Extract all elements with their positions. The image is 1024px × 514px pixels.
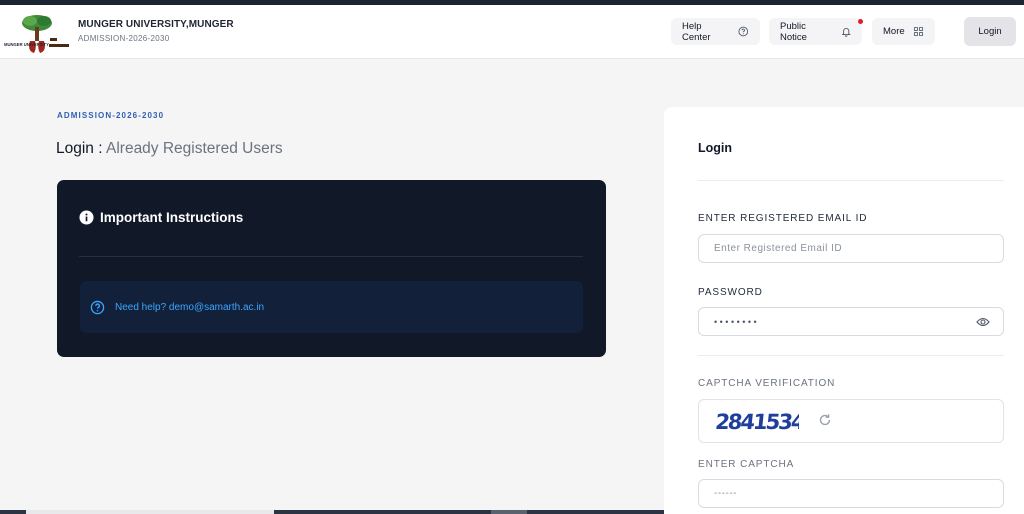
taskbar-segment [26, 510, 274, 514]
email-label: ENTER REGISTERED EMAIL ID [698, 213, 868, 224]
page-title: Login : Already Registered Users [56, 140, 283, 158]
admission-subtitle: ADMISSION-2026-2030 [78, 34, 170, 43]
university-name: MUNGER UNIVERSITY,MUNGER [78, 19, 234, 30]
email-field[interactable]: Enter Registered Email ID [698, 234, 1004, 263]
taskbar-segment [491, 510, 527, 514]
help-center-label: Help Center [682, 20, 711, 43]
login-panel: Login ENTER REGISTERED EMAIL ID Enter Re… [664, 107, 1024, 514]
email-placeholder: Enter Registered Email ID [714, 243, 843, 254]
password-field[interactable]: •••••••• [698, 307, 1004, 336]
admission-tag: ADMISSION-2026-2030 [57, 111, 165, 120]
notification-dot [858, 19, 863, 24]
login-button[interactable]: Login [964, 17, 1016, 46]
instructions-card: Important Instructions Need help? demo@s… [57, 180, 606, 357]
enter-captcha-label: ENTER CAPTCHA [698, 459, 795, 470]
captcha-image: 2841534 [715, 409, 799, 434]
svg-text:2841534: 2841534 [715, 409, 799, 434]
instructions-heading: Important Instructions [79, 210, 243, 225]
instructions-heading-text: Important Instructions [100, 210, 244, 225]
page-title-prefix: Login : [56, 140, 106, 157]
header: MUNGER UNIVERSITY MUNGER UNIVERSITY,MUNG… [0, 5, 1024, 59]
page-title-suffix: Already Registered Users [106, 140, 283, 157]
refresh-captcha-icon[interactable] [817, 412, 833, 428]
login-panel-title: Login [698, 141, 733, 155]
grid-icon [913, 26, 923, 37]
captcha-input[interactable]: ------ [698, 479, 1004, 508]
more-button[interactable]: More [872, 18, 935, 45]
question-circle-icon [738, 26, 749, 37]
question-circle-icon [90, 300, 105, 314]
bell-icon [841, 28, 851, 37]
form-divider [698, 355, 1004, 356]
bottom-taskbar-strip [0, 510, 664, 514]
password-value: •••••••• [714, 316, 760, 327]
help-email-link[interactable]: Need help? demo@samarth.ac.in [115, 302, 264, 313]
login-panel-divider [698, 180, 1004, 181]
captcha-box: 2841534 [698, 399, 1004, 443]
public-notice-label: Public Notice [780, 20, 807, 43]
university-logo-icon: MUNGER UNIVERSITY [4, 15, 69, 53]
help-box: Need help? demo@samarth.ac.in [80, 281, 583, 333]
info-icon [79, 210, 94, 225]
captcha-label: CAPTCHA VERIFICATION [698, 378, 836, 389]
captcha-placeholder: ------ [714, 488, 737, 499]
svg-text:MUNGER UNIVERSITY: MUNGER UNIVERSITY [4, 42, 49, 47]
instructions-divider [79, 256, 583, 257]
help-center-button[interactable]: Help Center [671, 18, 760, 45]
more-label: More [883, 26, 905, 37]
eye-icon[interactable] [976, 316, 990, 328]
password-label: PASSWORD [698, 287, 763, 298]
public-notice-button[interactable]: Public Notice [769, 18, 862, 45]
